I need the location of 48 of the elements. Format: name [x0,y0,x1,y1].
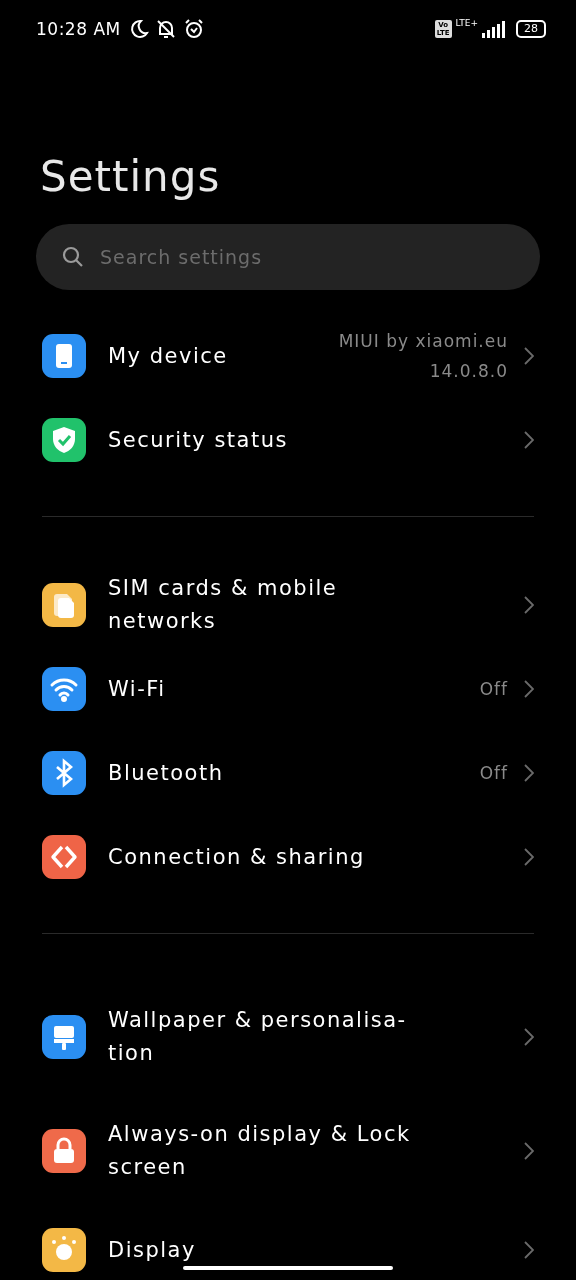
search-field[interactable]: Search settings [36,224,540,290]
settings-item[interactable]: Security status [0,398,576,482]
home-indicator[interactable] [183,1266,393,1270]
item-value: MIUI by xiaomi.eu 14.0.8.0 [338,330,508,383]
item-label: Always-on display & Lock screen [108,1121,412,1181]
chevron-icon [524,1028,534,1046]
bluetooth-icon [42,751,86,795]
chevron-icon [524,1241,534,1259]
status-time: 10:28 AM [36,19,121,39]
item-value: Off [479,762,508,785]
chevron-icon [524,680,534,698]
share-icon [42,835,86,879]
phone-icon [42,334,86,378]
bell-off-icon [154,18,177,40]
shield-check-icon [42,418,86,462]
settings-item[interactable]: Always-on display & Lock screen [0,1094,576,1208]
item-label: Wallpaper & personalisa- tion [108,1007,408,1067]
item-label: My device [108,342,229,370]
settings-item[interactable]: SIM cards & mobile networks [0,563,576,647]
moon-icon [128,19,149,39]
chevron-icon [524,1142,534,1160]
item-label: SIM cards & mobile networks [108,575,339,635]
sun-icon [42,1228,86,1272]
chevron-icon [524,596,534,614]
battery-indicator: 28 [516,20,546,38]
wifi-icon [42,667,86,711]
item-label: Display [108,1236,197,1264]
sim-card-icon [42,583,86,627]
signal-icon [482,20,506,38]
item-value: Off [479,678,508,701]
network-type: LTE+ [455,18,478,28]
page-title: Settings [39,152,222,202]
chevron-icon [524,347,534,365]
item-label: Wi-Fi [108,675,167,703]
settings-item[interactable]: Wi-Fi Off [0,647,576,731]
chevron-icon [524,431,534,449]
lock-icon [42,1129,86,1173]
settings-item[interactable]: Bluetooth Off [0,731,576,815]
chevron-icon [524,848,534,866]
paint-roller-icon [42,1015,86,1059]
item-label: Security status [108,426,289,454]
chevron-icon [524,764,534,782]
settings-item[interactable]: My device MIUI by xiaomi.eu 14.0.8.0 [0,314,576,398]
search-icon [62,246,84,268]
settings-item[interactable]: Wallpaper & personalisa- tion [0,980,576,1094]
settings-item[interactable]: Connection & sharing [0,815,576,899]
item-label: Connection & sharing [108,843,366,871]
item-label: Bluetooth [108,759,225,787]
